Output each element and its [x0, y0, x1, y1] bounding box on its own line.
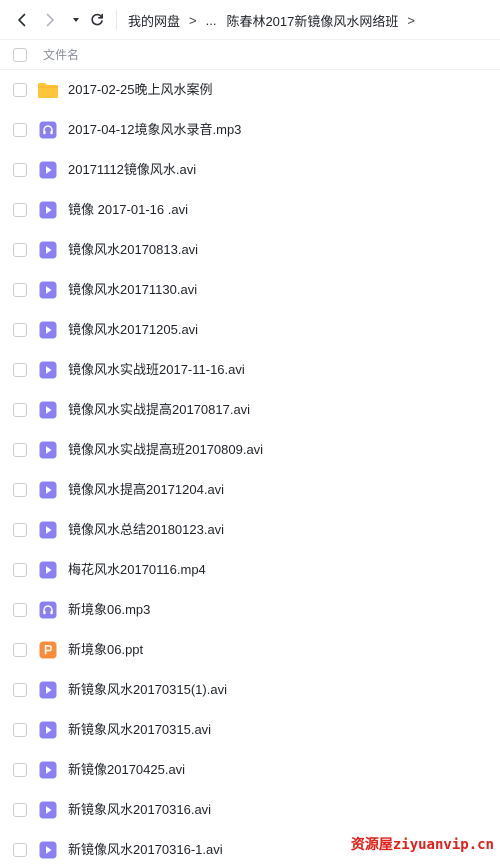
watermark-text: 资源屋ziyuanvip.cn [350, 837, 494, 853]
row-checkbox[interactable] [13, 723, 27, 737]
row-checkbox[interactable] [13, 763, 27, 777]
breadcrumb: 我的网盘 > ... 陈春林2017新镜像风水网络班 > [128, 0, 424, 40]
video-file-icon [39, 201, 57, 219]
file-name[interactable]: 镜像风水20171205.avi [68, 310, 198, 350]
audio-file-icon [39, 601, 57, 619]
file-row[interactable]: 镜像 2017-01-16 .avi [0, 190, 500, 230]
file-row[interactable]: 新镜象风水20170316.avi [0, 790, 500, 830]
file-row[interactable]: 镜像风水20170813.avi [0, 230, 500, 270]
row-checkbox[interactable] [13, 83, 27, 97]
file-name[interactable]: 2017-04-12境象风水录音.mp3 [68, 110, 241, 150]
row-checkbox[interactable] [13, 843, 27, 857]
breadcrumb-trail-separator: > [407, 12, 415, 28]
row-checkbox[interactable] [13, 523, 27, 537]
row-checkbox[interactable] [13, 643, 27, 657]
video-file-icon [39, 801, 57, 819]
file-name[interactable]: 新镜象风水20170315.avi [68, 710, 211, 750]
row-checkbox[interactable] [13, 123, 27, 137]
select-all-checkbox[interactable] [13, 48, 27, 62]
file-row[interactable]: 镜像风水20171205.avi [0, 310, 500, 350]
file-name[interactable]: 镜像风水实战提高班20170809.avi [68, 430, 263, 470]
row-checkbox[interactable] [13, 363, 27, 377]
row-checkbox[interactable] [13, 243, 27, 257]
ppt-file-icon [39, 641, 57, 659]
toolbar-divider [116, 10, 117, 30]
file-name[interactable]: 镜像 2017-01-16 .avi [68, 190, 188, 230]
file-row[interactable]: 梅花风水20170116.mp4 [0, 550, 500, 590]
chevron-right-icon[interactable] [39, 9, 61, 31]
caret-down-icon[interactable] [65, 9, 87, 31]
chevron-left-icon[interactable] [11, 9, 33, 31]
file-name[interactable]: 镜像风水20171130.avi [68, 270, 197, 310]
folder-icon [37, 82, 59, 99]
row-checkbox[interactable] [13, 283, 27, 297]
video-file-icon [39, 401, 57, 419]
file-name[interactable]: 梅花风水20170116.mp4 [68, 550, 206, 590]
file-row[interactable]: 镜像风水提高20171204.avi [0, 470, 500, 510]
row-checkbox[interactable] [13, 603, 27, 617]
audio-file-icon [39, 121, 57, 139]
breadcrumb-root[interactable]: 我的网盘 [128, 11, 180, 30]
file-row[interactable]: 镜像风水实战提高班20170809.avi [0, 430, 500, 470]
file-name[interactable]: 新镜像20170425.avi [68, 750, 185, 790]
file-name[interactable]: 20171112镜像风水.avi [68, 150, 196, 190]
file-name[interactable]: 新镜像风水20170316-1.avi [68, 830, 223, 868]
file-row[interactable]: 新镜象风水20170315.avi [0, 710, 500, 750]
video-file-icon [39, 721, 57, 739]
toolbar: 我的网盘 > ... 陈春林2017新镜像风水网络班 > [0, 0, 500, 40]
video-file-icon [39, 481, 57, 499]
file-row[interactable]: 镜像风水总结20180123.avi [0, 510, 500, 550]
video-file-icon [39, 321, 57, 339]
video-file-icon [39, 361, 57, 379]
video-file-icon [39, 561, 57, 579]
row-checkbox[interactable] [13, 483, 27, 497]
file-row[interactable]: 新镜像20170425.avi [0, 750, 500, 790]
refresh-icon[interactable] [86, 9, 108, 31]
file-row[interactable]: 镜像风水实战提高20170817.avi [0, 390, 500, 430]
row-checkbox[interactable] [13, 683, 27, 697]
video-file-icon [39, 841, 57, 859]
file-name[interactable]: 镜像风水实战提高20170817.avi [68, 390, 250, 430]
file-name[interactable]: 新境象06.ppt [68, 630, 143, 670]
video-file-icon [39, 281, 57, 299]
file-name[interactable]: 新境象06.mp3 [68, 590, 150, 630]
row-checkbox[interactable] [13, 803, 27, 817]
row-checkbox[interactable] [13, 163, 27, 177]
file-name[interactable]: 镜像风水提高20171204.avi [68, 470, 224, 510]
file-name[interactable]: 新镜象风水20170315(1).avi [68, 670, 227, 710]
breadcrumb-current[interactable]: 陈春林2017新镜像风水网络班 [226, 11, 398, 30]
file-row[interactable]: 20171112镜像风水.avi [0, 150, 500, 190]
file-name[interactable]: 镜像风水20170813.avi [68, 230, 198, 270]
row-checkbox[interactable] [13, 203, 27, 217]
video-file-icon [39, 441, 57, 459]
file-row[interactable]: 新镜象风水20170315(1).avi [0, 670, 500, 710]
video-file-icon [39, 161, 57, 179]
file-row[interactable]: 新境象06.mp3 [0, 590, 500, 630]
breadcrumb-ellipsis[interactable]: ... [206, 13, 217, 28]
breadcrumb-separator: > [189, 12, 197, 28]
file-row[interactable]: 2017-04-12境象风水录音.mp3 [0, 110, 500, 150]
video-file-icon [39, 761, 57, 779]
file-name[interactable]: 镜像风水实战班2017-11-16.avi [68, 350, 245, 390]
file-row[interactable]: 镜像风水实战班2017-11-16.avi [0, 350, 500, 390]
row-checkbox[interactable] [13, 403, 27, 417]
video-file-icon [39, 681, 57, 699]
video-file-icon [39, 521, 57, 539]
file-name[interactable]: 2017-02-25晚上风水案例 [68, 70, 213, 110]
file-name[interactable]: 新镜象风水20170316.avi [68, 790, 211, 830]
column-header-filename[interactable]: 文件名 [43, 46, 79, 63]
file-list: 2017-02-25晚上风水案例 2017-04-12境象风水录音.mp3 2017… [0, 70, 500, 868]
file-row[interactable]: 新境象06.ppt [0, 630, 500, 670]
row-checkbox[interactable] [13, 563, 27, 577]
row-checkbox[interactable] [13, 443, 27, 457]
video-file-icon [39, 241, 57, 259]
file-row[interactable]: 2017-02-25晚上风水案例 [0, 70, 500, 110]
list-header: 文件名 [0, 40, 500, 70]
row-checkbox[interactable] [13, 323, 27, 337]
file-name[interactable]: 镜像风水总结20180123.avi [68, 510, 224, 550]
file-row[interactable]: 镜像风水20171130.avi [0, 270, 500, 310]
